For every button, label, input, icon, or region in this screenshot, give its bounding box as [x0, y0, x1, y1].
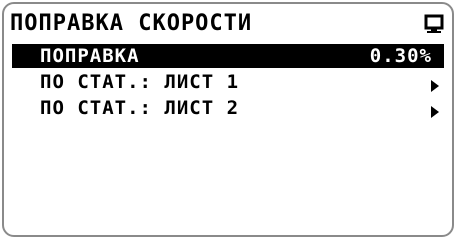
screen-title: ПОПРАВКА СКОРОСТИ — [10, 11, 253, 36]
menu-item-sheet-2[interactable]: ПО СТАТ.: ЛИСТ 2 — [12, 96, 444, 120]
arrow-right-icon — [428, 101, 442, 118]
lcd-screen: ПОПРАВКА СКОРОСТИ ПОПРАВКА 0.30% ПО СТАТ… — [2, 2, 454, 237]
menu-item-label: ПО СТАТ.: ЛИСТ 1 — [40, 71, 240, 93]
arrow-right-icon — [428, 75, 442, 92]
menu-item-label: ПОПРАВКА — [40, 45, 140, 67]
menu-list: ПОПРАВКА 0.30% ПО СТАТ.: ЛИСТ 1 ПО СТАТ.… — [12, 44, 444, 122]
menu-item-correction[interactable]: ПОПРАВКА 0.30% — [12, 44, 444, 68]
menu-item-label: ПО СТАТ.: ЛИСТ 2 — [40, 97, 240, 119]
menu-item-sheet-1[interactable]: ПО СТАТ.: ЛИСТ 1 — [12, 70, 444, 94]
menu-item-value: 0.30% — [369, 45, 432, 67]
title-bar: ПОПРАВКА СКОРОСТИ — [10, 10, 446, 38]
monitor-icon — [424, 14, 444, 34]
